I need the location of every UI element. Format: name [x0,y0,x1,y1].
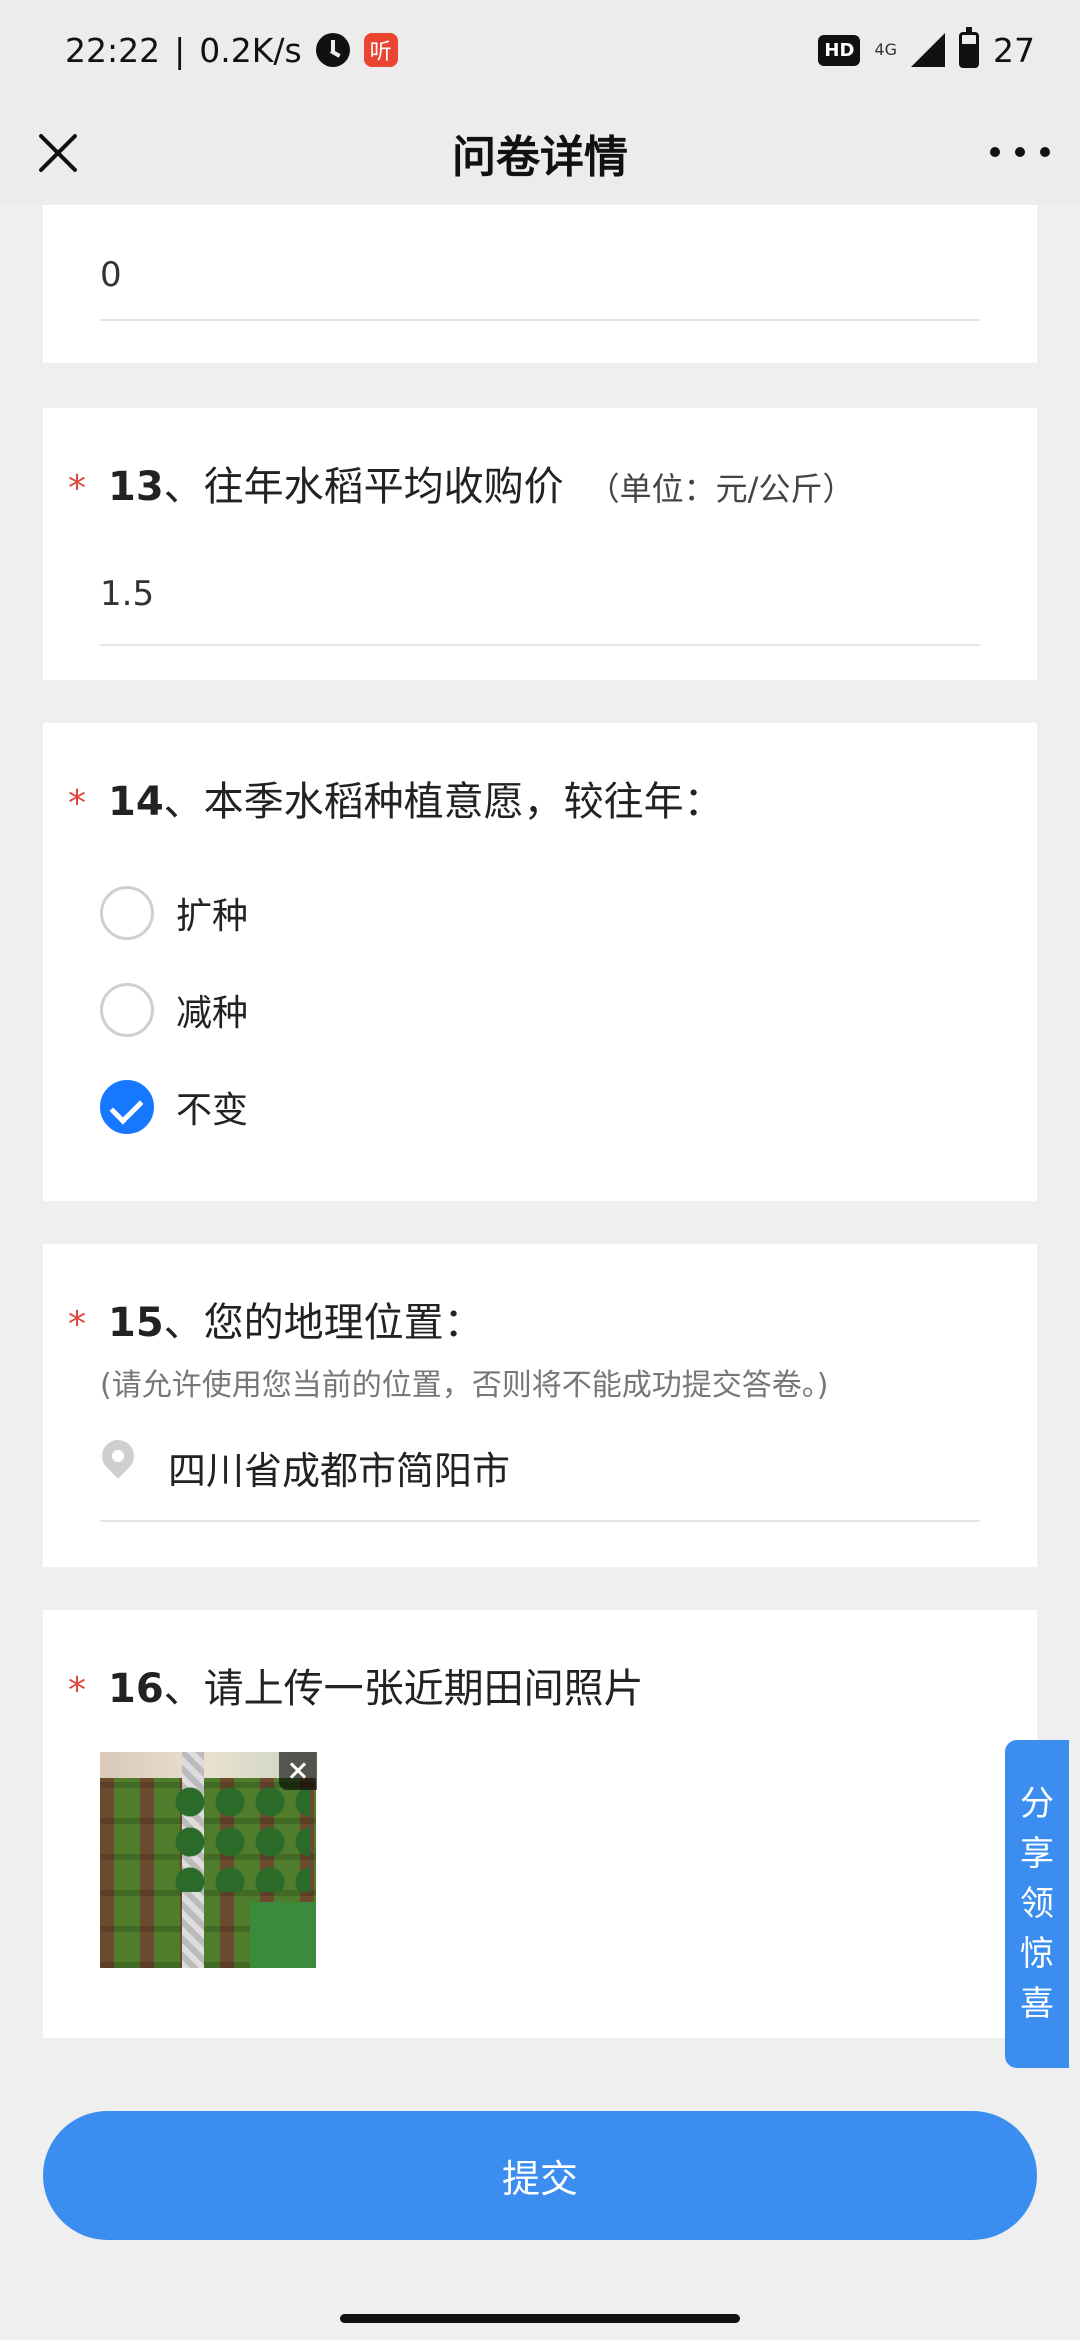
page-title: 问卷详情 [452,131,628,183]
signal-icon [911,33,945,67]
q13-answer-value: 1.5 [100,574,155,614]
share-tab-char: 分 [1020,1784,1054,1824]
q14-option-reduce[interactable]: 减种 [100,983,248,1037]
more-dot [1040,147,1050,157]
q15-hint: (请允许使用您当前的位置，否则将不能成功提交答卷。) [100,1368,829,1403]
status-speed: 0.2K/s [199,30,302,70]
more-dot [990,147,1000,157]
status-left: 22:22 | 0.2K/s 听 [65,31,398,70]
photo-detail [250,1902,316,1968]
q13-title-text: 、往年水稻平均收购价 [163,464,564,510]
q14-title-text: 、本季水稻种植意愿，较往年： [163,779,724,825]
option-label: 扩种 [176,896,249,937]
check-icon[interactable] [100,1080,154,1134]
close-icon[interactable] [30,125,86,181]
listen-app-icon: 听 [363,33,398,67]
status-divider: | [174,30,186,70]
share-tab-char: 喜 [1020,1984,1054,2024]
question-13-card: * 13 、往年水稻平均收购价 （单位：元/公斤） 1.5 [43,408,1037,680]
share-tab-char: 惊 [1020,1934,1054,1974]
radio-unchecked-icon[interactable] [100,886,154,940]
question-15-card: * 15 、您的地理位置： (请允许使用您当前的位置，否则将不能成功提交答卷。)… [43,1244,1037,1567]
required-star: * [68,468,86,509]
status-bar: 22:22 | 0.2K/s 听 HD 4G 27 [0,0,1080,100]
network-type: 4G [874,42,897,58]
question-12-card: 0 [43,205,1037,363]
q14-title: * 14 、本季水稻种植意愿，较往年： [68,769,724,827]
question-16-card: * 16 、请上传一张近期田间照片 [43,1610,1037,2038]
radio-unchecked-icon[interactable] [100,983,154,1037]
q12-answer-field[interactable]: 0 [100,205,980,321]
share-tab-char: 领 [1020,1884,1054,1924]
q13-number: 13 [108,464,164,510]
required-star: * [68,1304,86,1345]
question-14-card: * 14 、本季水稻种植意愿，较往年： 扩种 减种 不变 [43,723,1037,1201]
q16-number: 16 [108,1666,164,1712]
q15-title-text: 、您的地理位置： [163,1300,484,1346]
q13-answer-field[interactable]: 1.5 [100,558,980,646]
network-label: 4G [874,40,897,59]
location-pin-icon [95,1433,141,1479]
more-dot [1015,147,1025,157]
q12-answer-value: 0 [100,255,122,295]
q14-option-expand[interactable]: 扩种 [100,886,248,940]
q14-option-unchanged[interactable]: 不变 [100,1080,248,1134]
nav-header: 问卷详情 [0,100,1080,205]
home-indicator[interactable] [340,2314,740,2323]
remove-photo-icon[interactable] [279,1752,317,1790]
q13-unit: （单位：元/公斤） [587,470,855,508]
status-right: HD 4G 27 [818,27,1035,70]
q16-title-text: 、请上传一张近期田间照片 [163,1666,644,1712]
q15-location-field[interactable]: 四川省成都市简阳市 [95,1433,980,1522]
q15-number: 15 [108,1300,164,1346]
option-label: 减种 [176,993,249,1034]
required-star: * [68,1670,86,1711]
q15-title: * 15 、您的地理位置： [68,1290,484,1348]
share-tab-char: 享 [1020,1834,1054,1874]
share-reward-tab[interactable]: 分 享 领 惊 喜 [1005,1740,1069,2068]
clock-icon [315,33,350,67]
q13-title: * 13 、往年水稻平均收购价 （单位：元/公斤） [68,454,854,512]
hd-icon: HD [818,34,861,66]
required-star: * [68,783,86,824]
status-time: 22:22 [65,30,161,70]
option-label: 不变 [176,1090,249,1131]
photo-detail [170,1782,310,1892]
battery-icon [959,27,979,68]
more-icon[interactable] [990,130,1050,174]
battery-level: 27 [993,30,1035,70]
q16-title: * 16 、请上传一张近期田间照片 [68,1656,644,1714]
q14-number: 14 [108,779,164,825]
q15-location-value: 四川省成都市简阳市 [168,1449,511,1493]
submit-button[interactable]: 提交 [43,2111,1037,2240]
